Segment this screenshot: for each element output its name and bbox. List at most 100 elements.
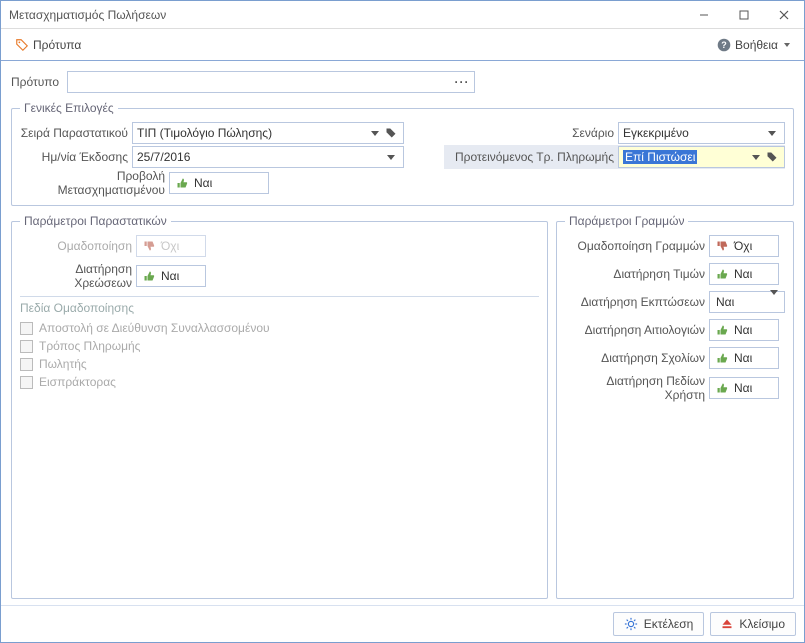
thumb-up-icon (716, 324, 728, 336)
chevron-down-icon[interactable] (383, 155, 399, 160)
minimize-button[interactable] (684, 1, 724, 29)
grouping-option: Τρόπος Πληρωμής (20, 337, 539, 355)
grouping-option-label: Εισπράκτορας (39, 375, 116, 389)
grouping-value: Όχι (161, 239, 179, 253)
group-lines-label: Ομαδοποίηση Γραμμών (565, 239, 705, 253)
grouping-option: Αποστολή σε Διεύθυνση Συναλλασσομένου (20, 319, 539, 337)
template-label: Πρότυπο (11, 75, 61, 89)
keep-user-fields-label: Διατήρηση Πεδίων Χρήστη (565, 374, 705, 402)
grouping-option: Εισπράκτορας (20, 373, 539, 391)
thumb-down-icon (143, 240, 155, 252)
grouping-label: Ομαδοποίηση (20, 239, 132, 253)
content: Πρότυπο ··· Γενικές Επιλογές Σειρά Παρασ… (1, 61, 804, 605)
doc-params-fieldset: Παράμετροι Παραστατικών Ομαδοποίηση Όχι … (11, 214, 548, 599)
payment-method-label: Προτεινόμενος Τρ. Πληρωμής (444, 150, 614, 164)
keep-prices-label: Διατήρηση Τιμών (565, 267, 705, 281)
keep-comments-toggle[interactable]: Ναι (709, 347, 779, 369)
checkbox-icon (20, 322, 33, 335)
doc-series-label: Σειρά Παραστατικού (20, 126, 128, 140)
help-button[interactable]: ? Βοήθεια (711, 34, 796, 56)
grouping-fields-heading: Πεδία Ομαδοποίησης (20, 301, 539, 315)
template-input[interactable]: ··· (67, 71, 475, 93)
grouping-fields: Πεδία Ομαδοποίησης Αποστολή σε Διεύθυνση… (20, 296, 539, 590)
keep-comments-value: Ναι (734, 351, 752, 365)
keep-user-fields-toggle[interactable]: Ναι (709, 377, 779, 399)
thumb-down-icon (716, 240, 728, 252)
view-transformed-value: Ναι (194, 176, 212, 190)
execute-button[interactable]: Εκτέλεση (613, 612, 705, 636)
doc-series-value: ΤΙΠ (Τιμολόγιο Πώλησης) (137, 126, 367, 140)
issue-date-value: 25/7/2016 (137, 150, 383, 164)
payment-method-input[interactable]: Επί Πιστώσει (618, 146, 785, 168)
close-button[interactable]: Κλείσιμο (710, 612, 796, 636)
group-lines-toggle[interactable]: Όχι (709, 235, 779, 257)
keep-charges-toggle[interactable]: Ναι (136, 265, 206, 287)
keep-prices-toggle[interactable]: Ναι (709, 263, 779, 285)
chevron-down-icon (784, 43, 790, 47)
params-row: Παράμετροι Παραστατικών Ομαδοποίηση Όχι … (11, 214, 794, 599)
issue-date-input[interactable]: 25/7/2016 (132, 146, 404, 168)
checkbox-icon (20, 358, 33, 371)
thumb-up-icon (716, 352, 728, 364)
ellipsis-icon[interactable]: ··· (454, 75, 470, 89)
chevron-down-icon[interactable] (770, 295, 778, 309)
help-icon: ? (717, 38, 731, 52)
templates-button[interactable]: Πρότυπα (9, 34, 87, 56)
scenario-value: Εγκεκριμένο (623, 126, 764, 140)
close-window-button[interactable] (764, 1, 804, 29)
keep-comments-label: Διατήρηση Σχολίων (565, 351, 705, 365)
gear-icon (624, 617, 638, 631)
grouping-option-label: Αποστολή σε Διεύθυνση Συναλλασσομένου (39, 321, 270, 335)
general-options-legend: Γενικές Επιλογές (20, 101, 118, 115)
grouping-option-label: Πωλητής (39, 357, 87, 371)
payment-method-value: Επί Πιστώσει (623, 150, 697, 164)
chevron-down-icon[interactable] (764, 131, 780, 136)
chevron-down-icon[interactable] (748, 155, 764, 160)
chevron-down-icon[interactable] (367, 131, 383, 136)
issue-date-label: Ημ/νία Έκδοσης (20, 150, 128, 164)
keep-discounts-value: Ναι (716, 295, 764, 309)
line-params-legend: Παράμετροι Γραμμών (565, 214, 688, 228)
view-transformed-toggle[interactable]: Ναι (169, 172, 269, 194)
keep-discounts-label: Διατήρηση Εκπτώσεων (565, 295, 705, 309)
line-params-fieldset: Παράμετροι Γραμμών Ομαδοποίηση Γραμμών Ό… (556, 214, 794, 599)
doc-params-legend: Παράμετροι Παραστατικών (20, 214, 171, 228)
scenario-input[interactable]: Εγκεκριμένο (618, 122, 785, 144)
keep-reasons-label: Διατήρηση Αιτιολογιών (565, 323, 705, 337)
view-transformed-label: Προβολή Μετασχηματισμένου (20, 169, 165, 197)
keep-prices-value: Ναι (734, 267, 752, 281)
keep-reasons-value: Ναι (734, 323, 752, 337)
svg-text:?: ? (721, 40, 727, 50)
template-row: Πρότυπο ··· (11, 71, 794, 93)
tag-icon[interactable] (383, 127, 399, 139)
help-label: Βοήθεια (735, 38, 778, 52)
eject-icon (721, 618, 733, 630)
tag-icon[interactable] (764, 151, 780, 163)
maximize-button[interactable] (724, 1, 764, 29)
bottom-bar: Εκτέλεση Κλείσιμο (1, 605, 804, 642)
toolbar: Πρότυπα ? Βοήθεια (1, 29, 804, 61)
scenario-label: Σενάριο (444, 126, 614, 140)
doc-series-input[interactable]: ΤΙΠ (Τιμολόγιο Πώλησης) (132, 122, 404, 144)
grouping-option-label: Τρόπος Πληρωμής (39, 339, 140, 353)
window: Μετασχηματισμός Πωλήσεων Πρότυπα ? (0, 0, 805, 643)
thumb-up-icon (716, 382, 728, 394)
keep-reasons-toggle[interactable]: Ναι (709, 319, 779, 341)
thumb-up-icon (716, 268, 728, 280)
tag-icon (15, 38, 29, 52)
keep-charges-label: Διατήρηση Χρεώσεων (20, 262, 132, 290)
titlebar: Μετασχηματισμός Πωλήσεων (1, 1, 804, 29)
close-label: Κλείσιμο (739, 617, 785, 631)
thumb-up-icon (143, 270, 155, 282)
keep-user-fields-value: Ναι (734, 381, 752, 395)
checkbox-icon (20, 340, 33, 353)
keep-charges-value: Ναι (161, 269, 179, 283)
thumb-up-icon (176, 177, 188, 189)
keep-discounts-toggle[interactable]: Ναι (709, 291, 785, 313)
grouping-toggle: Όχι (136, 235, 206, 257)
group-lines-value: Όχι (734, 239, 752, 253)
checkbox-icon (20, 376, 33, 389)
general-options-fieldset: Γενικές Επιλογές Σειρά Παραστατικού ΤΙΠ … (11, 101, 794, 206)
grouping-option: Πωλητής (20, 355, 539, 373)
window-title: Μετασχηματισμός Πωλήσεων (9, 8, 684, 22)
